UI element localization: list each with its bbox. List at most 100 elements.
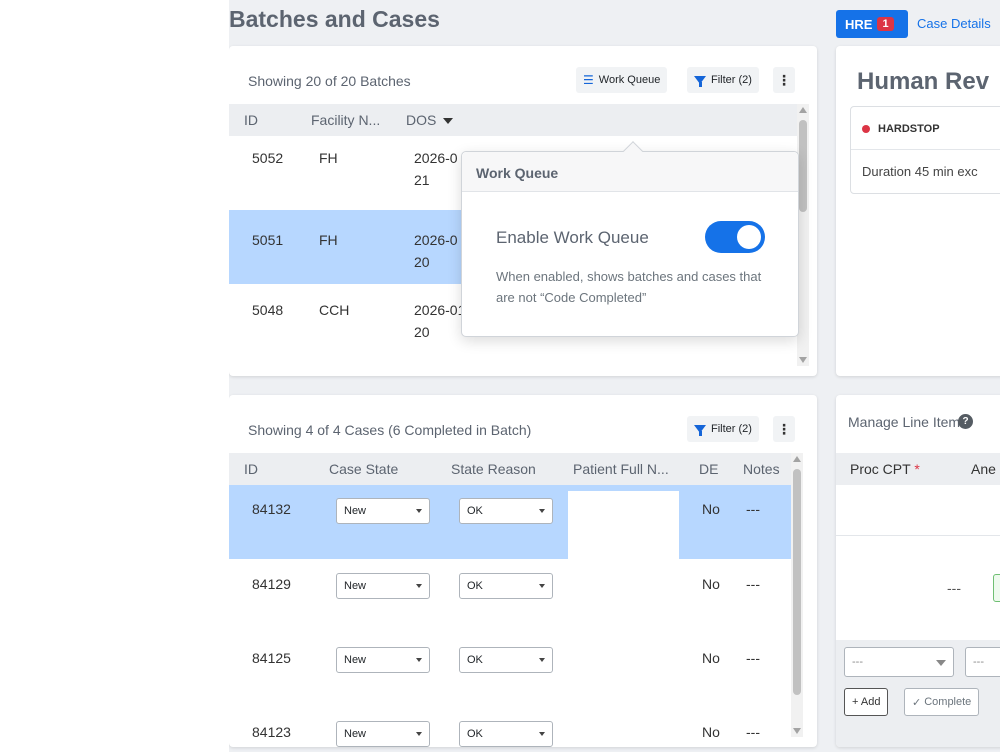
chevron-down-icon	[936, 660, 946, 666]
chevron-down-icon	[539, 658, 545, 662]
case-row[interactable]: 84125 New OK No ---	[229, 633, 791, 707]
batches-filter-label: Filter (2)	[711, 74, 752, 86]
chevron-down-icon	[416, 584, 422, 588]
status-dot-icon	[862, 125, 870, 133]
chevron-down-icon	[539, 509, 545, 513]
case-state-select[interactable]: New	[336, 721, 430, 747]
col-proc-cpt[interactable]: Proc CPT *	[850, 461, 920, 477]
case-notes: ---	[746, 650, 760, 666]
work-queue-toggle-label: Enable Work Queue	[496, 228, 649, 247]
page-title: Batches and Cases	[229, 6, 440, 32]
toggle-knob	[737, 225, 761, 249]
case-state-select[interactable]: New	[336, 498, 430, 524]
popover-title: Work Queue	[476, 165, 559, 181]
list-check-icon: ☰	[583, 73, 594, 87]
case-de: No	[702, 724, 720, 740]
case-state-select[interactable]: New	[336, 573, 430, 599]
hre-count-badge: 1	[877, 17, 894, 31]
case-state-select[interactable]: New	[336, 647, 430, 673]
app-viewport: Batches and Cases Showing 20 of 20 Batch…	[229, 0, 1000, 752]
human-review-panel: Human Rev HARDSTOP Duration 45 min exc	[836, 46, 1000, 376]
help-icon[interactable]: ?	[958, 414, 973, 429]
col-notes[interactable]: Notes	[743, 461, 780, 477]
tab-hre[interactable]: HRE 1	[836, 10, 908, 38]
col-id[interactable]: ID	[244, 112, 258, 128]
tab-hre-label: HRE	[845, 16, 873, 32]
col-de[interactable]: DE	[699, 461, 718, 477]
line-items-footer: --- --- + Add ✓ Complete	[836, 640, 1000, 747]
work-queue-button[interactable]: ☰ Work Queue	[576, 67, 668, 93]
filter-icon	[694, 76, 706, 87]
popover-header: Work Queue	[462, 152, 798, 192]
tab-case-details[interactable]: Case Details	[917, 16, 991, 31]
work-queue-popover: Work Queue Enable Work Queue When enable…	[461, 141, 799, 337]
scroll-down-icon[interactable]	[799, 357, 807, 363]
line-item-select-2[interactable]: ---	[965, 647, 1000, 677]
case-de: No	[702, 576, 720, 592]
filter-icon	[694, 425, 706, 436]
complete-button-label: Complete	[924, 696, 972, 708]
col-anes[interactable]: Ane	[971, 461, 996, 477]
status-chip[interactable]	[993, 574, 1000, 602]
state-reason-select[interactable]: OK	[459, 573, 553, 599]
case-row-selected[interactable]: 84132 New OK No ---	[229, 485, 791, 559]
line-item-value: ---	[947, 580, 961, 596]
case-id: 84123	[252, 724, 291, 740]
batch-dos-line1: 2026-0	[414, 150, 458, 166]
case-notes: ---	[746, 724, 760, 740]
batch-dos-line2: 20	[414, 324, 430, 340]
case-state-value: New	[344, 654, 367, 666]
scroll-down-icon[interactable]	[793, 728, 801, 734]
col-dos-label: DOS	[406, 112, 437, 128]
hardstop-label: HARDSTOP	[878, 123, 940, 135]
line-item-select-value: ---	[852, 656, 863, 668]
batches-filter-button[interactable]: Filter (2)	[687, 67, 759, 93]
line-item-select-2-value: ---	[973, 656, 984, 668]
scroll-thumb[interactable]	[793, 469, 801, 695]
case-row[interactable]: 84123 New OK No ---	[229, 707, 791, 747]
col-facility[interactable]: Facility N...	[311, 112, 380, 128]
cases-more-button[interactable]: ⋮	[773, 416, 795, 442]
required-mark: *	[914, 461, 920, 477]
state-reason-select[interactable]: OK	[459, 721, 553, 747]
complete-button[interactable]: ✓ Complete	[904, 688, 980, 716]
col-state-reason[interactable]: State Reason	[451, 461, 536, 477]
case-notes: ---	[746, 576, 760, 592]
batch-dos-line1: 2026-0	[414, 232, 458, 248]
state-reason-select[interactable]: OK	[459, 647, 553, 673]
scroll-thumb[interactable]	[799, 120, 807, 212]
work-queue-toggle[interactable]	[705, 221, 765, 253]
case-de: No	[702, 501, 720, 517]
batches-more-button[interactable]: ⋮	[773, 67, 795, 93]
hardstop-text: Duration 45 min exc	[862, 164, 978, 179]
state-reason-select[interactable]: OK	[459, 498, 553, 524]
check-icon: ✓	[912, 696, 922, 709]
scroll-up-icon[interactable]	[799, 107, 807, 113]
work-queue-button-label: Work Queue	[598, 74, 661, 86]
line-items-title: Manage Line Items	[848, 414, 968, 430]
case-de: No	[702, 650, 720, 666]
add-line-item-button[interactable]: + Add	[844, 688, 889, 716]
col-patient-name[interactable]: Patient Full N...	[573, 461, 669, 477]
col-id[interactable]: ID	[244, 461, 258, 477]
case-id: 84132	[252, 501, 291, 517]
chevron-down-icon	[416, 732, 422, 736]
chevron-down-icon	[539, 584, 545, 588]
line-item-select[interactable]: ---	[844, 647, 954, 677]
case-notes: ---	[746, 501, 760, 517]
col-case-state[interactable]: Case State	[329, 461, 398, 477]
work-queue-help-text: When enabled, shows batches and cases th…	[496, 269, 762, 305]
case-state-value: New	[344, 580, 367, 592]
batch-dos-line2: 20	[414, 254, 430, 270]
case-row[interactable]: 84129 New OK No ---	[229, 559, 791, 633]
batch-id: 5051	[252, 232, 284, 248]
col-dos[interactable]: DOS	[406, 112, 454, 128]
state-reason-value: OK	[467, 654, 483, 666]
cases-panel: Showing 4 of 4 Cases (6 Completed in Bat…	[229, 395, 817, 747]
cases-filter-button[interactable]: Filter (2)	[687, 416, 759, 442]
divider	[851, 149, 1000, 150]
scroll-up-icon[interactable]	[793, 456, 801, 462]
sort-desc-icon	[443, 118, 454, 125]
line-items-header: Proc CPT * Ane	[836, 453, 1000, 485]
cases-scrollbar[interactable]	[791, 453, 803, 737]
